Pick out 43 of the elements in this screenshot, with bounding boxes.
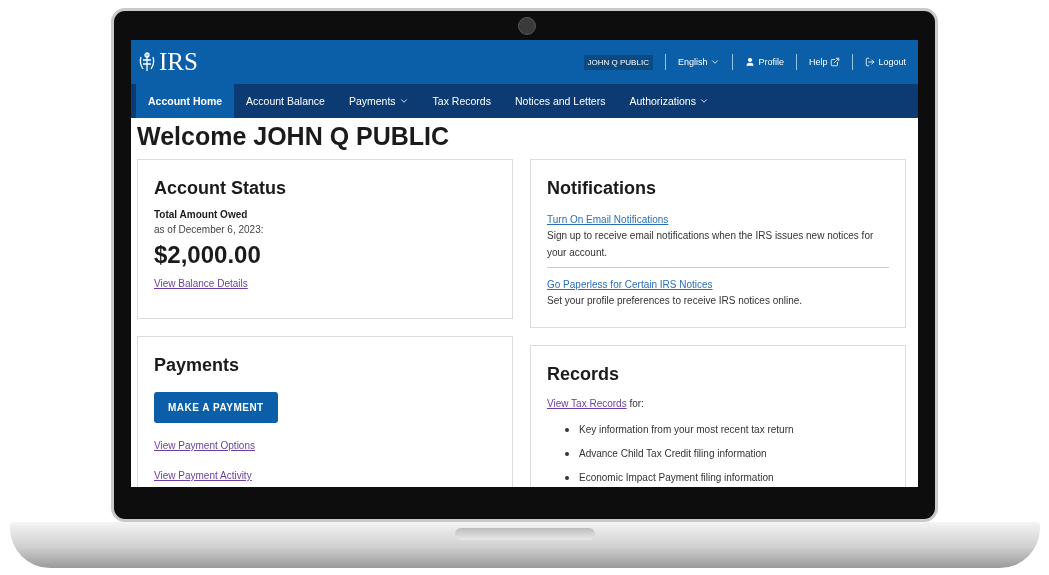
bullet-icon	[565, 427, 569, 432]
make-payment-button[interactable]: MAKE A PAYMENT	[154, 392, 278, 423]
nav-tab[interactable]: Tax Records	[420, 84, 503, 118]
header-link[interactable]: Help	[808, 57, 841, 67]
header-link[interactable]: English	[677, 57, 721, 67]
tax-records-link[interactable]: View Tax Records	[547, 395, 627, 412]
card-title: Account Status	[154, 178, 287, 199]
logout-icon	[865, 57, 876, 67]
record-item: Key information from your most recent tax return	[579, 424, 794, 435]
notification-link[interactable]: Turn On Email Notifications	[547, 214, 669, 225]
amount-owed: $2,000.00	[154, 241, 262, 269]
card-title: Records	[547, 364, 621, 385]
camera-icon	[518, 17, 536, 35]
record-item: Advance Child Tax Credit filing information	[579, 448, 767, 459]
welcome-heading: Welcome JOHN Q PUBLIC	[137, 122, 451, 151]
notification-text: Sign up to receive email notifications when the IRS issues new notices for your account.	[547, 229, 875, 260]
external-link-icon	[830, 57, 841, 67]
bullet-icon	[565, 451, 569, 456]
record-item: Economic Impact Payment filing information	[579, 472, 774, 483]
amount-label: Total Amount Owed	[154, 209, 249, 220]
logo-text: IRS	[159, 48, 198, 76]
bullet-icon	[565, 475, 569, 480]
nav-tab[interactable]: Payments	[336, 84, 421, 118]
nav-tab[interactable]: Notices and Letters	[502, 84, 618, 118]
user-name: JOHN Q PUBLIC	[583, 54, 653, 70]
nav-tab[interactable]: Account Home	[136, 84, 235, 118]
as-of-date: as of December 6, 2023:	[154, 224, 265, 235]
notification-link[interactable]: Go Paperless for Certain IRS Notices	[547, 279, 713, 290]
records-intro: View Tax Records for:	[547, 395, 889, 412]
card-title: Payments	[154, 355, 241, 376]
nav-tab[interactable]: Authorizations	[617, 84, 721, 118]
chevron-down-icon	[398, 96, 409, 106]
payment-link[interactable]: View Payment Options	[154, 440, 255, 451]
chevron-down-icon	[698, 96, 709, 106]
user-icon	[745, 57, 756, 67]
balance-link[interactable]: View Balance Details	[154, 278, 248, 289]
notification-text: Set your profile preferences to receive IRS notices online.	[547, 294, 804, 308]
nav-tab[interactable]: Account Balance	[234, 84, 337, 118]
header-link[interactable]: Logout	[865, 57, 906, 67]
card-title: Notifications	[547, 178, 657, 199]
payment-link[interactable]: View Payment Activity	[154, 470, 252, 481]
header-link[interactable]: Profile	[745, 57, 784, 67]
chevron-down-icon	[710, 57, 721, 67]
